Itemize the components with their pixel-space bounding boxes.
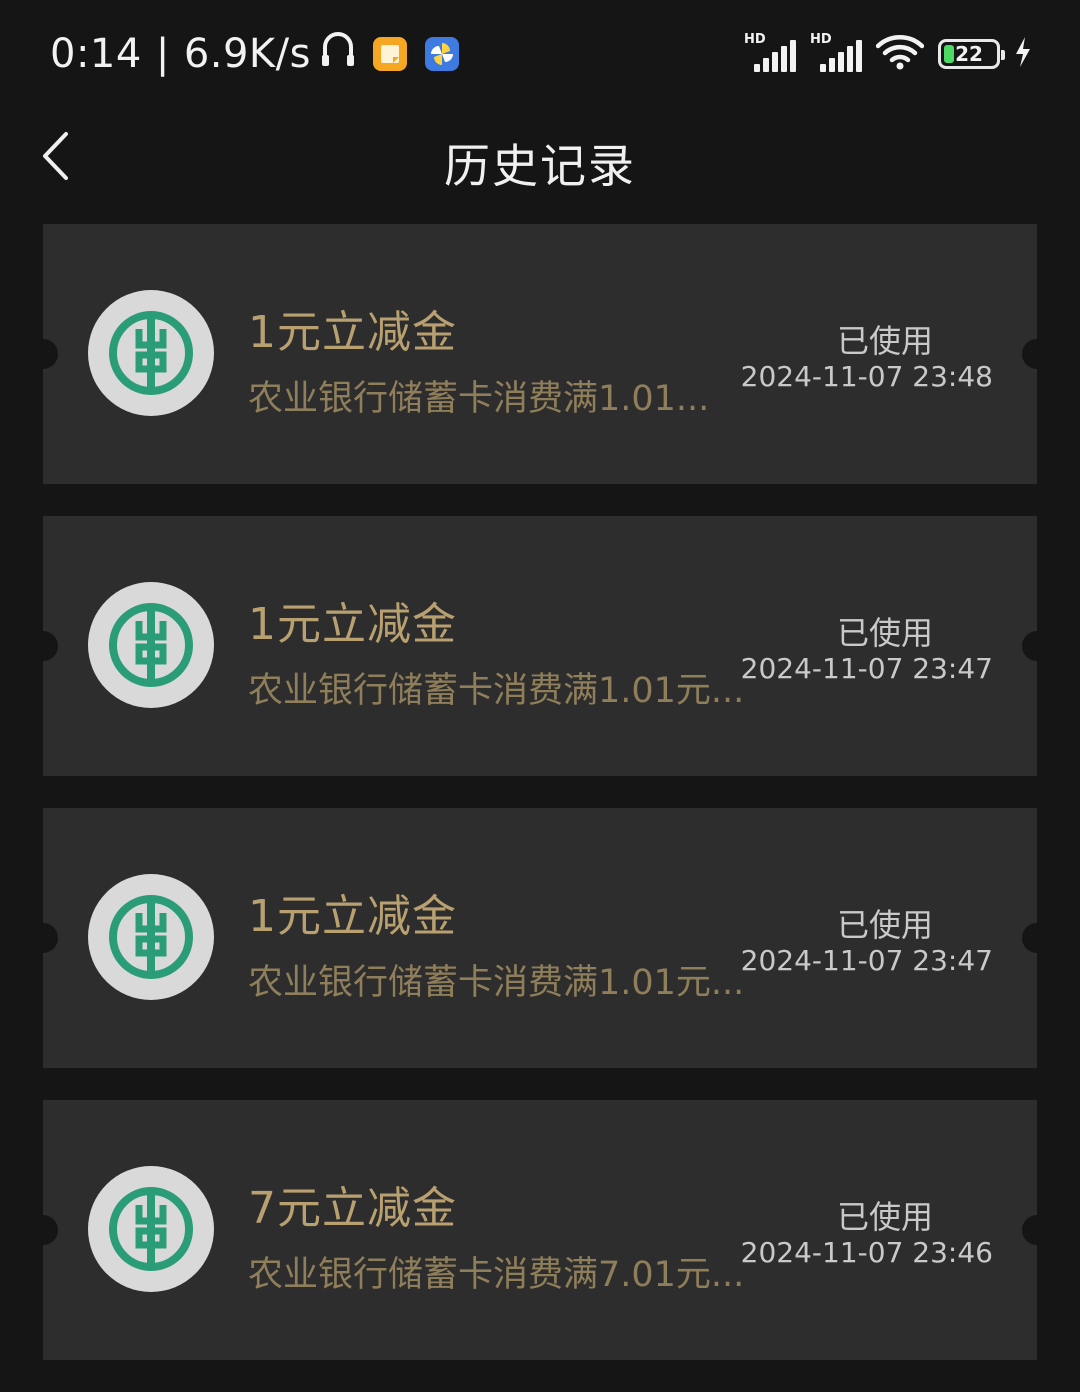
headphones-icon [321,31,355,77]
network-speed: 6.9K/s [183,31,311,77]
battery-icon: 22 [938,39,1005,69]
ticket-notch [1022,1215,1052,1245]
coupon-title: 1元立减金 [248,599,457,650]
coupon-time: 2024-11-07 23:46 [740,1236,993,1269]
coupon-status: 已使用 [836,322,933,360]
charging-icon [1014,36,1032,72]
battery-level: 22 [955,42,983,66]
coupon-card[interactable]: 1元立减金 农业银行储蓄卡消费满1.01元... 已使用 2024-11-07 … [28,516,1052,776]
coupon-status: 已使用 [836,906,933,944]
status-bar: 0:14 | 6.9K/s HD HD 22 [0,0,1080,108]
coupon-card[interactable]: 7元立减金 农业银行储蓄卡消费满7.01元... 已使用 2024-11-07 … [28,1100,1052,1360]
coupon-description: 农业银行储蓄卡消费满7.01元... [248,1255,745,1295]
status-right: HD HD 22 [744,32,1032,74]
ticket-notch [1022,923,1052,953]
ticket-notch [28,923,58,953]
ticket-notch [28,631,58,661]
notes-app-icon [372,37,407,71]
abc-bank-logo-icon [88,874,214,1000]
coupon-title: 7元立减金 [248,1183,457,1234]
pinwheel-app-icon [424,37,459,71]
coupon-description: 农业银行储蓄卡消费满1.01... [248,379,710,419]
coupon-card[interactable]: 1元立减金 农业银行储蓄卡消费满1.01元... 已使用 2024-11-07 … [28,808,1052,1068]
ticket-notch [28,1215,58,1245]
abc-bank-logo-icon [88,1166,214,1292]
coupon-title: 1元立减金 [248,307,457,358]
signal-hd-icon: HD [810,32,862,72]
status-separator: | [155,31,170,77]
coupon-status: 已使用 [836,614,933,652]
coupon-time: 2024-11-07 23:47 [740,652,993,685]
header: 历史记录 [0,108,1080,218]
coupon-time: 2024-11-07 23:47 [740,944,993,977]
ticket-notch [1022,631,1052,661]
coupon-time: 2024-11-07 23:48 [740,360,993,393]
clock: 0:14 [50,31,142,77]
status-left: 0:14 | 6.9K/s [50,30,459,78]
coupon-title: 1元立减金 [248,891,457,942]
coupon-status: 已使用 [836,1198,933,1236]
page-title: 历史记录 [444,139,636,193]
ticket-notch [28,339,58,369]
abc-bank-logo-icon [88,290,214,416]
signal-hd-icon: HD [744,32,796,72]
coupon-description: 农业银行储蓄卡消费满1.01元... [248,671,745,711]
coupon-list: 1元立减金 农业银行储蓄卡消费满1.01... 已使用 2024-11-07 2… [28,224,1052,1392]
abc-bank-logo-icon [88,582,214,708]
coupon-card[interactable]: 1元立减金 农业银行储蓄卡消费满1.01... 已使用 2024-11-07 2… [28,224,1052,484]
ticket-notch [1022,339,1052,369]
coupon-description: 农业银行储蓄卡消费满1.01元... [248,963,745,1003]
wifi-icon [875,34,925,74]
